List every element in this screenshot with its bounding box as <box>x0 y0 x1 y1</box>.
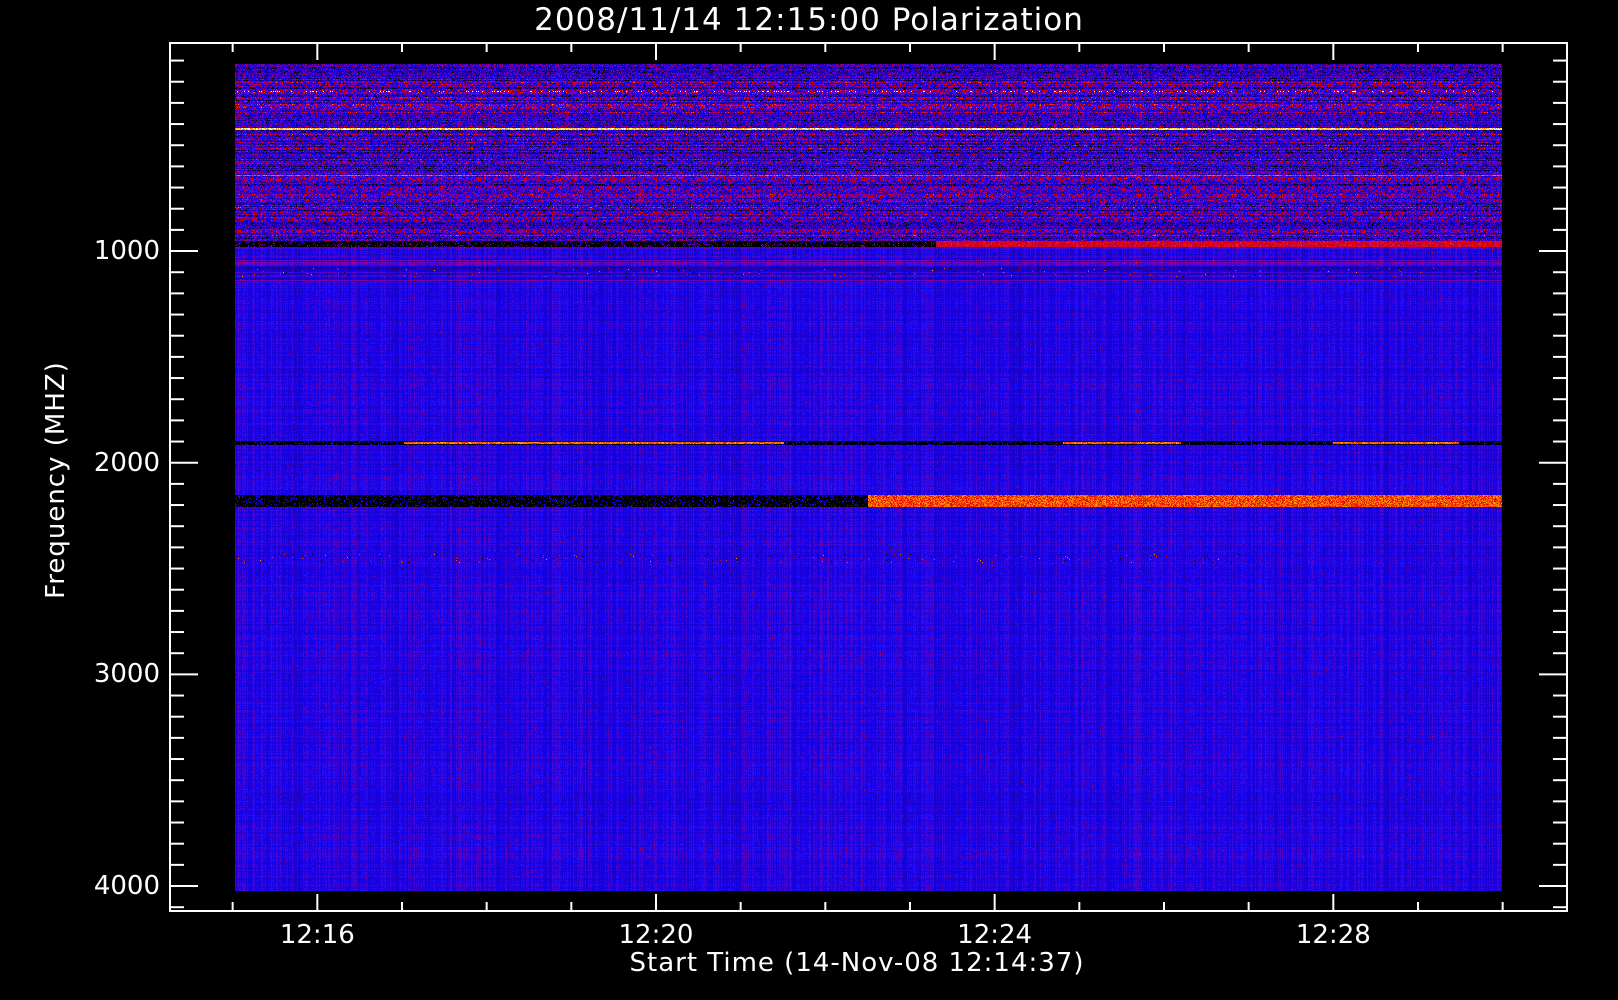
x-tick-label: 12:20 <box>618 920 694 950</box>
y-axis-label: Frequency (MHZ) <box>41 361 71 599</box>
y-tick-label: 1000 <box>93 236 160 267</box>
x-axis-label: Start Time (14-Nov-08 12:14:37) <box>629 948 1085 978</box>
x-tick-label: 12:24 <box>957 920 1033 950</box>
y-tick-label: 3000 <box>93 659 160 690</box>
x-tick-label: 12:28 <box>1295 920 1371 950</box>
axes-frame <box>169 42 1568 912</box>
x-tick-label: 12:16 <box>279 920 355 950</box>
y-tick-label: 4000 <box>93 871 160 902</box>
plot-frame <box>169 42 1568 912</box>
y-tick-label: 2000 <box>93 447 160 478</box>
